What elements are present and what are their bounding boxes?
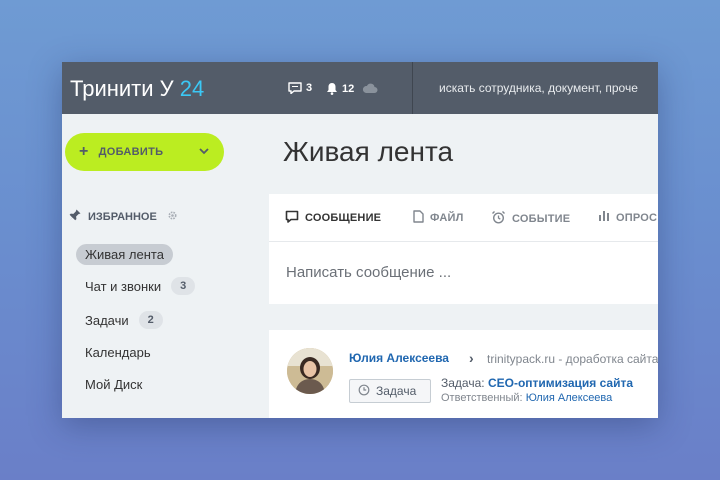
count-badge: 2 bbox=[138, 311, 163, 329]
post-destination-link[interactable]: trinitypack.ru - доработка сайта bbox=[487, 352, 658, 366]
message-input[interactable]: Написать сообщение ... bbox=[286, 264, 451, 281]
tab-label: ФАЙЛ bbox=[430, 212, 464, 224]
sidebar: + ДОБАВИТЬ ИЗБРАННОЕ Живая лента Чат и з… bbox=[62, 114, 267, 418]
logo-number: 24 bbox=[179, 76, 205, 101]
favorites-label: ИЗБРАННОЕ bbox=[88, 210, 157, 223]
post-author-link[interactable]: Юлия Алексеева bbox=[349, 351, 449, 365]
bar-chart-icon bbox=[598, 210, 610, 225]
tab-label: ОПРОС bbox=[616, 211, 658, 224]
avatar[interactable] bbox=[287, 348, 333, 394]
task-button-label: Задача bbox=[376, 384, 417, 398]
task-name-link[interactable]: СЕО-оптимизация сайта bbox=[488, 376, 633, 390]
tab-message[interactable]: СООБЩЕНИЕ bbox=[285, 210, 381, 226]
cloud-icon[interactable] bbox=[362, 83, 378, 94]
sidebar-item-label: Чат и звонки bbox=[85, 278, 162, 294]
task-prefix: Задача: bbox=[441, 376, 485, 390]
alarm-clock-icon bbox=[491, 210, 506, 227]
sidebar-item-label: Календарь bbox=[85, 345, 151, 360]
sidebar-item-tasks[interactable]: Задачи 2 bbox=[85, 311, 163, 329]
tab-file[interactable]: ФАЙЛ bbox=[413, 210, 463, 226]
responsible-prefix: Ответственный: bbox=[441, 392, 523, 404]
post-composer: СООБЩЕНИЕ ФАЙЛ СОБЫТИЕ ОПРОС Написать со… bbox=[269, 194, 658, 304]
notifications-count: 12 bbox=[342, 82, 355, 95]
favorites-header: ИЗБРАННОЕ bbox=[68, 208, 178, 225]
sidebar-item-disk[interactable]: Мой Диск bbox=[85, 377, 142, 392]
chevron-right-icon: › bbox=[469, 350, 474, 366]
gear-icon[interactable] bbox=[167, 210, 178, 224]
feed-post: Юлия Алексеева › trinitypack.ru - дорабо… bbox=[269, 330, 658, 418]
task-info: Задача: СЕО-оптимизация сайта bbox=[441, 376, 633, 390]
plus-icon: + bbox=[79, 143, 89, 160]
tab-label: СООБЩЕНИЕ bbox=[305, 212, 382, 224]
page-title: Живая лента bbox=[283, 136, 454, 167]
notifications-counter[interactable]: 12 bbox=[326, 82, 378, 95]
main-content: Живая лента СООБЩЕНИЕ ФАЙЛ СОБЫТИЕ ОПРОС… bbox=[269, 114, 658, 418]
sidebar-item-label: Задачи bbox=[85, 312, 129, 328]
sidebar-item-live-feed[interactable]: Живая лента bbox=[76, 244, 173, 265]
bell-icon bbox=[326, 82, 338, 95]
file-icon bbox=[413, 210, 424, 226]
chevron-down-icon bbox=[198, 145, 210, 160]
responsible-info: Ответственный: Юлия Алексеева bbox=[441, 392, 612, 404]
search-input[interactable]: искать сотрудника, документ, проче bbox=[439, 81, 638, 95]
logo-text: Тринити У bbox=[70, 76, 174, 101]
app-window: Тринити У 24 3 12 искать сотрудника, док… bbox=[62, 62, 658, 418]
add-button[interactable]: + ДОБАВИТЬ bbox=[65, 133, 224, 171]
pin-icon bbox=[68, 208, 82, 225]
message-icon bbox=[285, 210, 299, 226]
clock-icon bbox=[358, 384, 370, 399]
count-badge: 3 bbox=[171, 277, 196, 295]
task-button[interactable]: Задача bbox=[349, 379, 431, 403]
messages-counter[interactable]: 3 bbox=[288, 82, 312, 94]
add-button-label: ДОБАВИТЬ bbox=[98, 146, 164, 158]
sidebar-item-calendar[interactable]: Календарь bbox=[85, 345, 151, 360]
logo[interactable]: Тринити У 24 bbox=[70, 76, 204, 102]
messages-count: 3 bbox=[306, 82, 313, 94]
sidebar-item-chats[interactable]: Чат и звонки 3 bbox=[85, 277, 196, 295]
top-bar-divider bbox=[412, 62, 413, 114]
sidebar-item-label: Мой Диск bbox=[85, 377, 143, 392]
tab-event[interactable]: СОБЫТИЕ bbox=[491, 210, 570, 227]
sidebar-item-label: Живая лента bbox=[76, 244, 173, 265]
composer-tabs: СООБЩЕНИЕ ФАЙЛ СОБЫТИЕ ОПРОС bbox=[269, 194, 658, 242]
tab-label: СОБЫТИЕ bbox=[512, 212, 571, 225]
chat-icon bbox=[288, 82, 302, 94]
responsible-name-link[interactable]: Юлия Алексеева bbox=[526, 392, 613, 404]
top-bar: Тринити У 24 3 12 искать сотрудника, док… bbox=[62, 62, 658, 114]
tab-poll[interactable]: ОПРОС bbox=[598, 210, 657, 225]
